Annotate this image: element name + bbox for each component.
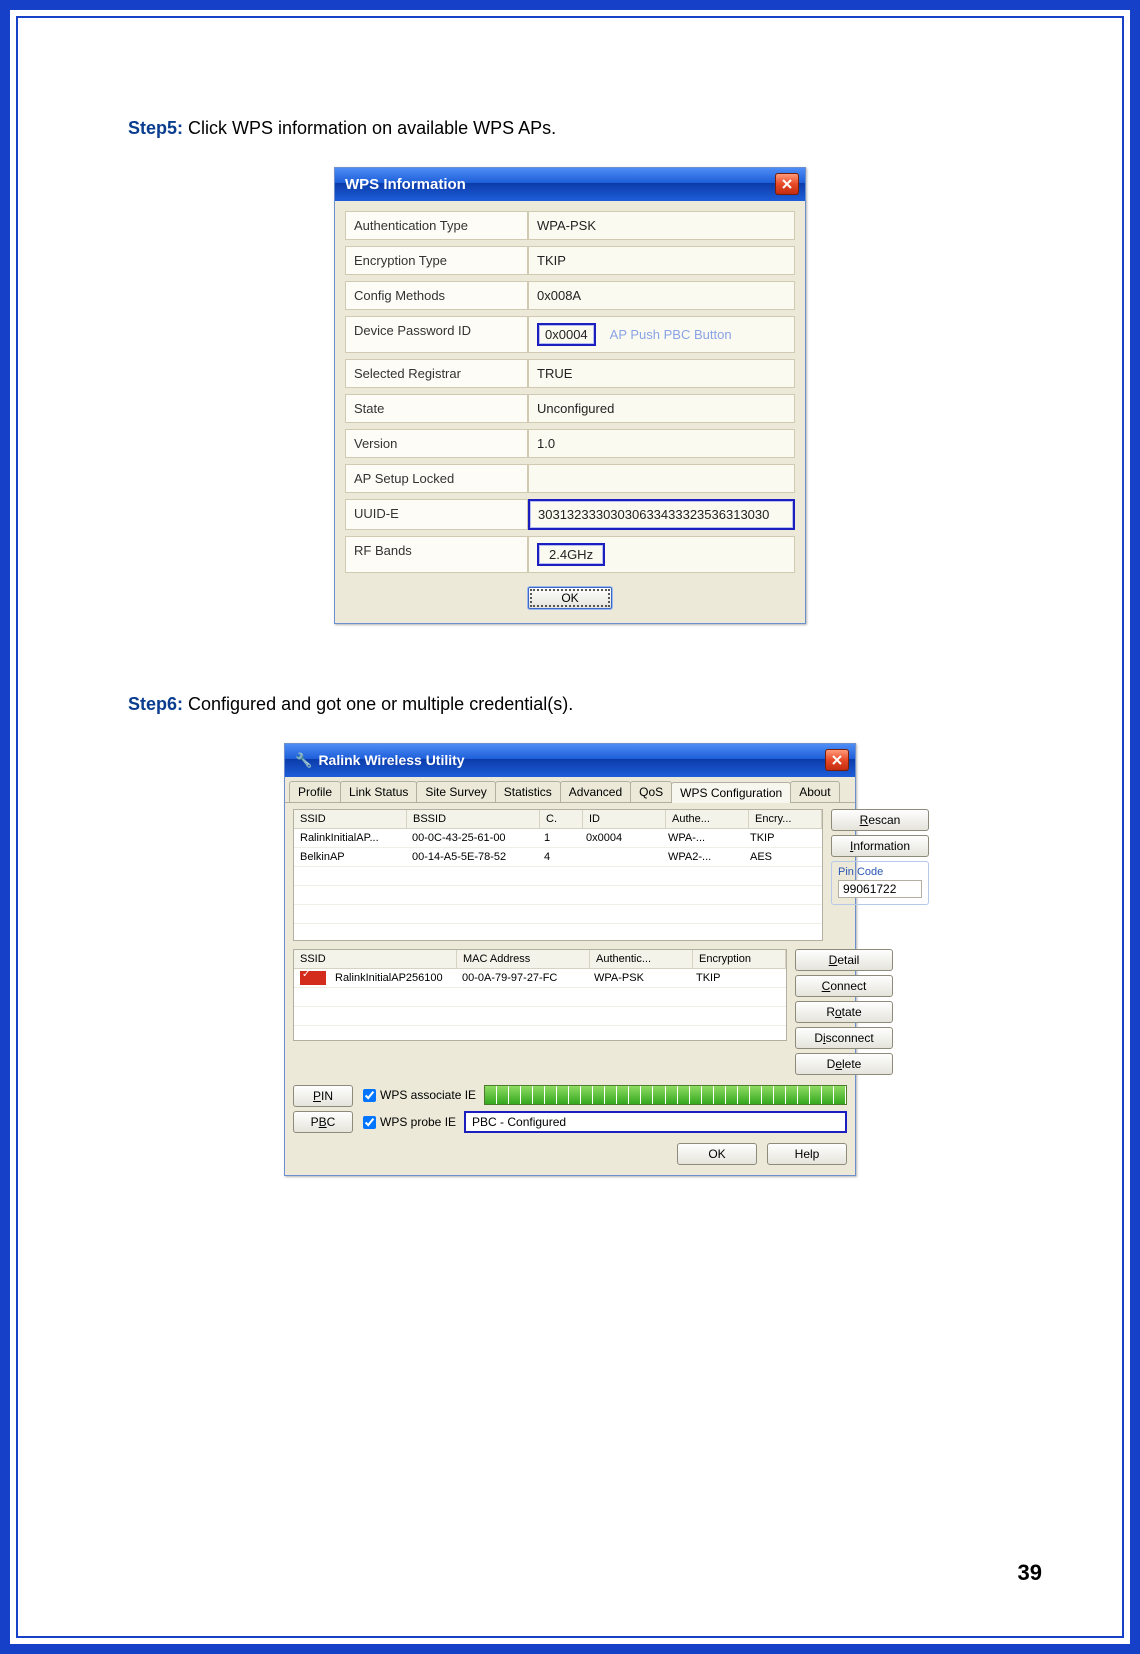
tab-about[interactable]: About	[790, 781, 839, 802]
pbc-button[interactable]: PBC	[293, 1111, 353, 1133]
field-value: TRUE	[528, 359, 795, 388]
ralink-titlebar: 🔧 Ralink Wireless Utility	[285, 744, 855, 777]
tab-profile[interactable]: Profile	[289, 781, 341, 802]
field-label: Device Password ID	[345, 316, 528, 353]
close-icon	[831, 755, 843, 765]
step5-text: Click WPS information on available WPS A…	[183, 118, 556, 138]
tab-qos[interactable]: QoS	[630, 781, 672, 802]
tab-site-survey[interactable]: Site Survey	[416, 781, 495, 802]
pin-code-label: Pin Code	[838, 866, 922, 878]
field-label: AP Setup Locked	[345, 464, 528, 493]
close-button[interactable]	[825, 749, 849, 771]
close-button[interactable]	[775, 173, 799, 195]
field-label: Version	[345, 429, 528, 458]
table-row[interactable]: RalinkInitialAP... 00-0C-43-25-61-00 1 0…	[294, 829, 822, 848]
field-value: 30313233303030633433323536313030	[528, 499, 795, 530]
help-button[interactable]: Help	[767, 1143, 847, 1165]
wps-config-pane: SSID BSSID C. ID Authe... Encry... Ralin…	[285, 803, 855, 1175]
field-value: 1.0	[528, 429, 795, 458]
wps-info-body: Authentication TypeWPA-PSK Encryption Ty…	[335, 201, 805, 623]
col-enc[interactable]: Encryption	[693, 950, 786, 968]
tab-statistics[interactable]: Statistics	[495, 781, 561, 802]
app-icon: 🔧	[295, 752, 312, 769]
ok-button[interactable]: OK	[528, 587, 611, 609]
col-id[interactable]: ID	[583, 810, 666, 828]
pin-code-box: Pin Code 99061722	[831, 861, 929, 905]
wps-info-title: WPS Information	[345, 176, 466, 193]
wps-probe-checkbox[interactable]: WPS probe IE	[363, 1115, 456, 1129]
field-label: RF Bands	[345, 536, 528, 573]
wps-information-dialog: WPS Information Authentication TypeWPA-P…	[334, 167, 806, 624]
col-ssid[interactable]: SSID	[294, 810, 407, 828]
connect-button[interactable]: Connect	[795, 975, 893, 997]
ap-list-table[interactable]: SSID BSSID C. ID Authe... Encry... Ralin…	[293, 809, 823, 941]
rescan-button[interactable]: Rescan	[831, 809, 929, 831]
progress-bar	[484, 1085, 847, 1105]
ok-button[interactable]: OK	[677, 1143, 757, 1165]
tab-wps-configuration[interactable]: WPS Configuration	[671, 782, 791, 803]
detail-button[interactable]: Detail	[795, 949, 893, 971]
ralink-title: Ralink Wireless Utility	[318, 752, 464, 768]
field-label: UUID-E	[345, 499, 528, 530]
field-value: 0x008A	[528, 281, 795, 310]
pin-button[interactable]: PIN	[293, 1085, 353, 1107]
step6-label: Step6:	[128, 694, 183, 714]
wps-info-titlebar: WPS Information	[335, 168, 805, 201]
field-value: 2.4GHz	[528, 536, 795, 573]
field-label: Authentication Type	[345, 211, 528, 240]
field-value: TKIP	[528, 246, 795, 275]
field-value: 0x0004 AP Push PBC Button	[528, 316, 795, 353]
step5-label: Step5:	[128, 118, 183, 138]
tab-link-status[interactable]: Link Status	[340, 781, 417, 802]
ralink-utility-dialog: 🔧 Ralink Wireless Utility Profile Link S…	[284, 743, 856, 1176]
rotate-button[interactable]: Rotate	[795, 1001, 893, 1023]
credential-table[interactable]: SSID MAC Address Authentic... Encryption…	[293, 949, 787, 1041]
table-row[interactable]: BelkinAP 00-14-A5-5E-78-52 4 WPA2-... AE…	[294, 848, 822, 867]
wps-associate-checkbox[interactable]: WPS associate IE	[363, 1088, 476, 1102]
tab-advanced[interactable]: Advanced	[560, 781, 631, 802]
field-label: Encryption Type	[345, 246, 528, 275]
disconnect-button[interactable]: Disconnect	[795, 1027, 893, 1049]
tab-bar: Profile Link Status Site Survey Statisti…	[285, 777, 855, 803]
page-number: 39	[1018, 1560, 1042, 1586]
field-label: Selected Registrar	[345, 359, 528, 388]
status-text: PBC - Configured	[464, 1111, 847, 1133]
col-ssid[interactable]: SSID	[294, 950, 457, 968]
col-bssid[interactable]: BSSID	[407, 810, 540, 828]
step5-line: Step5: Click WPS information on availabl…	[128, 118, 1012, 139]
col-auth[interactable]: Authentic...	[590, 950, 693, 968]
col-c[interactable]: C.	[540, 810, 583, 828]
field-label: State	[345, 394, 528, 423]
close-icon	[781, 179, 793, 189]
field-value	[528, 464, 795, 493]
step6-line: Step6: Configured and got one or multipl…	[128, 694, 1012, 715]
field-value-text: 0x0004	[537, 323, 596, 346]
col-auth[interactable]: Authe...	[666, 810, 749, 828]
field-value: WPA-PSK	[528, 211, 795, 240]
field-value-text: 2.4GHz	[537, 543, 605, 566]
field-value: Unconfigured	[528, 394, 795, 423]
step6-text: Configured and got one or multiple crede…	[183, 694, 573, 714]
pin-code-value[interactable]: 99061722	[838, 880, 922, 898]
information-button[interactable]: Information	[831, 835, 929, 857]
status-icon	[300, 971, 326, 985]
delete-button[interactable]: Delete	[795, 1053, 893, 1075]
col-enc[interactable]: Encry...	[749, 810, 822, 828]
field-label: Config Methods	[345, 281, 528, 310]
col-mac[interactable]: MAC Address	[457, 950, 590, 968]
table-row[interactable]: RalinkInitialAP256100 00-0A-79-97-27-FC …	[294, 969, 786, 988]
field-hint: AP Push PBC Button	[610, 327, 732, 342]
